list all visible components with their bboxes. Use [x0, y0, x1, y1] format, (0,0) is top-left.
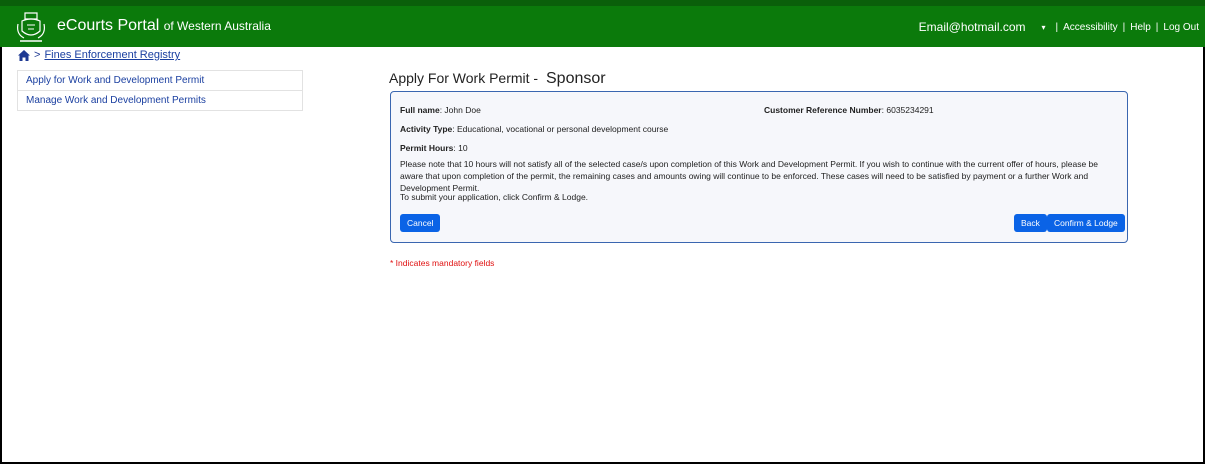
- help-link[interactable]: Help: [1130, 22, 1151, 33]
- crn-value: 6035234291: [886, 105, 934, 115]
- hours-row: Permit Hours: 10: [400, 143, 468, 153]
- sidebar-item-manage-permits[interactable]: Manage Work and Development Permits: [17, 90, 303, 111]
- cancel-button[interactable]: Cancel: [400, 214, 441, 232]
- portal-title-main: eCourts Portal: [57, 17, 160, 34]
- crn-row: Customer Reference Number: 6035234291: [764, 105, 934, 115]
- full-name-value: John Doe: [444, 105, 481, 115]
- nav-separator: |: [1122, 21, 1126, 33]
- sidebar-item-apply-permit[interactable]: Apply for Work and Development Permit: [17, 70, 303, 90]
- breadcrumb-separator: >: [34, 49, 41, 61]
- confirm-lodge-button[interactable]: Confirm & Lodge: [1047, 214, 1125, 232]
- accessibility-link[interactable]: Accessibility: [1063, 22, 1117, 33]
- activity-label: Activity Type: [400, 124, 453, 134]
- nav-separator: |: [1055, 21, 1059, 33]
- crn-label: Customer Reference Number: [764, 105, 882, 115]
- submit-instructions: To submit your application, click Confir…: [400, 192, 589, 202]
- hours-label: Permit Hours: [400, 143, 454, 153]
- nav-separator: |: [1155, 21, 1159, 33]
- wa-crest-logo: [17, 12, 45, 42]
- sidebar: Apply for Work and Development Permit Ma…: [17, 70, 303, 111]
- page-title: Apply For Work Permit - Sponsor: [389, 70, 606, 88]
- full-name-label: Full name: [400, 105, 440, 115]
- permit-warning-note: Please note that 10 hours will not satis…: [400, 159, 1099, 193]
- breadcrumb-link-fines-registry[interactable]: Fines Enforcement Registry: [44, 49, 180, 61]
- user-email[interactable]: Email@hotmail.com: [919, 20, 1026, 34]
- summary-panel: Full name: John Doe Customer Reference N…: [390, 91, 1128, 243]
- page-title-sub: Sponsor: [546, 70, 606, 87]
- home-icon[interactable]: [18, 49, 30, 61]
- dropdown-caret-icon[interactable]: ▾: [1042, 23, 1046, 32]
- portal-title-sub: of Western Australia: [163, 19, 271, 33]
- activity-value: Educational, vocational or personal deve…: [457, 124, 669, 134]
- user-nav: Email@hotmail.com ▾ | Accessibility | He…: [919, 20, 1199, 34]
- logout-link[interactable]: Log Out: [1163, 22, 1199, 33]
- full-name-row: Full name: John Doe: [400, 105, 481, 115]
- breadcrumb: > Fines Enforcement Registry: [18, 49, 180, 61]
- mandatory-fields-note: * Indicates mandatory fields: [390, 258, 495, 268]
- hours-value: 10: [458, 143, 468, 153]
- activity-row: Activity Type: Educational, vocational o…: [400, 124, 669, 134]
- page-title-main: Apply For Work Permit -: [389, 70, 539, 86]
- portal-title: eCourts Portal of Western Australia: [57, 17, 271, 35]
- back-button[interactable]: Back: [1014, 214, 1047, 232]
- header-bar: eCourts Portal of Western Australia Emai…: [0, 0, 1205, 47]
